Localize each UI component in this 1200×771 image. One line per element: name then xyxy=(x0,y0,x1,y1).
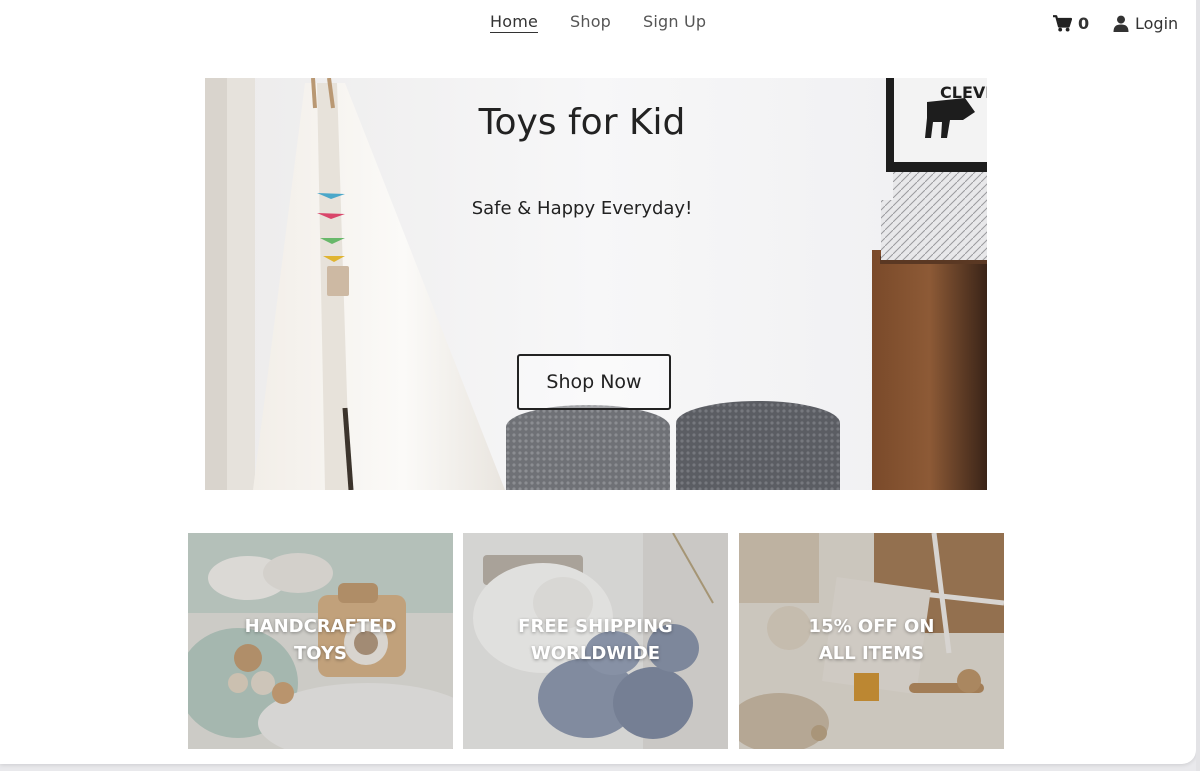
login-button[interactable]: Login xyxy=(1113,14,1178,33)
tile-label-discount: 15% OFF ON ALL ITEMS xyxy=(739,613,1004,667)
login-label: Login xyxy=(1135,14,1179,33)
top-navigation: Home Shop Sign Up 0 Login xyxy=(0,0,1196,60)
shop-now-button[interactable]: Shop Now xyxy=(517,354,671,410)
tile-line-1: 15% OFF ON xyxy=(808,616,935,637)
tile-label-free-shipping: FREE SHIPPING WORLDWIDE xyxy=(463,613,728,667)
tile-line-1: FREE SHIPPING xyxy=(518,616,673,637)
hero-title: Toys for Kid xyxy=(478,102,686,143)
shopping-cart-icon xyxy=(1053,15,1072,32)
tile-line-1: HANDCRAFTED xyxy=(244,616,397,637)
feature-tile-handcrafted[interactable]: HANDCRAFTED TOYS xyxy=(188,533,453,749)
cart-button[interactable]: 0 xyxy=(1053,14,1089,33)
nav-link-home[interactable]: Home xyxy=(490,12,539,33)
nav-link-sign-up[interactable]: Sign Up xyxy=(643,12,706,31)
window-scrollbar[interactable] xyxy=(1196,0,1200,771)
hero-subtitle: Safe & Happy Everyday! xyxy=(471,198,693,219)
tile-line-2: TOYS xyxy=(294,643,347,664)
cart-count: 0 xyxy=(1078,14,1090,33)
poster-text: CLEVER xyxy=(940,83,987,102)
tile-label-handcrafted: HANDCRAFTED TOYS xyxy=(188,613,453,667)
nav-link-shop[interactable]: Shop xyxy=(570,12,611,31)
feature-tile-free-shipping[interactable]: FREE SHIPPING WORLDWIDE xyxy=(463,533,728,749)
feature-tile-discount[interactable]: 15% OFF ON ALL ITEMS xyxy=(739,533,1004,749)
tile-line-2: WORLDWIDE xyxy=(530,643,661,664)
hero-banner: CLEVER Toys for Kid Safe & Happy Everyda… xyxy=(205,78,987,490)
user-icon xyxy=(1113,15,1129,32)
page-canvas: Home Shop Sign Up 0 Login CLEV Toys for … xyxy=(0,0,1196,764)
tile-line-2: ALL ITEMS xyxy=(818,643,925,664)
